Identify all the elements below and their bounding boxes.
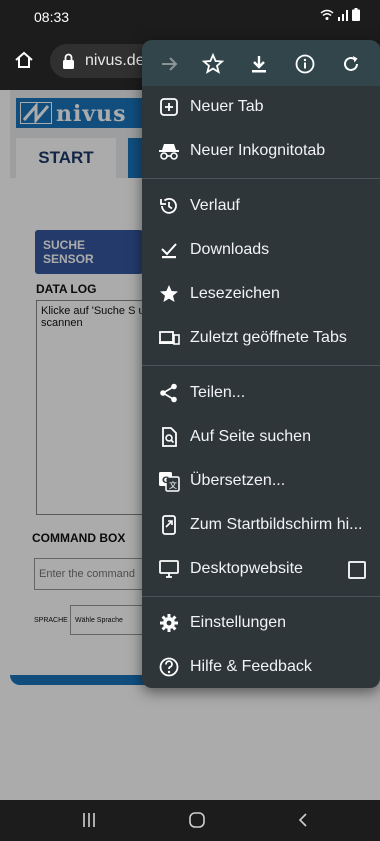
overflow-menu: Neuer Tab Neuer Inkognitotab Verlauf Dow…: [142, 40, 380, 688]
home-icon[interactable]: [14, 50, 34, 70]
menu-item-recent-tabs[interactable]: Zuletzt geöffnete Tabs: [142, 317, 380, 361]
download-icon[interactable]: [248, 53, 270, 75]
star-icon[interactable]: [202, 53, 224, 75]
menu-item-label: Zum Startbildschirm hi...: [190, 516, 363, 533]
menu-item-share[interactable]: Teilen...: [142, 372, 380, 416]
desktop-site-checkbox[interactable]: [348, 561, 366, 579]
menu-item-label: Teilen...: [190, 384, 246, 401]
menu-item-new-tab[interactable]: Neuer Tab: [142, 86, 380, 130]
history-icon: [160, 197, 177, 214]
share-icon: [160, 383, 177, 403]
add-to-home-icon: [162, 515, 176, 535]
find-in-page-icon: [162, 427, 177, 447]
wifi-icon: [320, 9, 334, 20]
menu-item-translate[interactable]: G文 Übersetzen...: [142, 460, 380, 504]
menu-item-history[interactable]: Verlauf: [142, 185, 380, 229]
refresh-icon[interactable]: [340, 53, 362, 75]
menu-item-downloads[interactable]: Downloads: [142, 229, 380, 273]
settings-icon: [160, 614, 178, 632]
menu-item-bookmarks[interactable]: Lesezeichen: [142, 273, 380, 317]
status-bar: 08:33: [0, 0, 380, 32]
incognito-icon: [159, 144, 179, 160]
forward-icon[interactable]: [158, 53, 180, 75]
desktop-icon: [159, 560, 179, 578]
menu-divider: [142, 365, 380, 366]
recent-apps-icon[interactable]: [82, 810, 96, 830]
menu-toolbar: [142, 40, 380, 86]
menu-item-label: Verlauf: [190, 197, 240, 214]
menu-divider: [142, 596, 380, 597]
menu-item-label: Auf Seite suchen: [190, 428, 311, 445]
url-text: nivus.de: [85, 52, 145, 69]
back-icon[interactable]: [296, 810, 310, 830]
menu-item-label: Desktopwebsite: [190, 560, 303, 577]
menu-item-label: Neuer Tab: [190, 98, 264, 115]
menu-item-help[interactable]: Hilfe & Feedback: [142, 646, 380, 690]
bookmarks-icon: [160, 285, 178, 302]
menu-item-desktop-site[interactable]: Desktopwebsite: [142, 548, 380, 592]
status-time: 08:33: [34, 9, 70, 25]
svg-text:文: 文: [169, 480, 177, 490]
new-tab-icon: [160, 98, 178, 116]
help-icon: [159, 657, 179, 677]
menu-item-label: Zuletzt geöffnete Tabs: [190, 329, 347, 346]
downloads-icon: [161, 243, 177, 259]
menu-divider: [142, 178, 380, 179]
menu-item-add-to-home[interactable]: Zum Startbildschirm hi...: [142, 504, 380, 548]
signal-icon: [338, 9, 348, 21]
menu-item-find-in-page[interactable]: Auf Seite suchen: [142, 416, 380, 460]
info-icon[interactable]: [294, 53, 316, 75]
menu-item-incognito[interactable]: Neuer Inkognitotab: [142, 130, 380, 174]
menu-item-label: Einstellungen: [190, 614, 287, 631]
battery-icon: [352, 8, 360, 21]
status-icons: [320, 8, 360, 21]
menu-item-label: Hilfe & Feedback: [190, 658, 312, 675]
menu-item-label: Downloads: [190, 241, 270, 258]
lock-icon: [63, 53, 74, 69]
menu-item-label: Neuer Inkognitotab: [190, 142, 326, 159]
navigation-bar: [0, 800, 380, 841]
menu-item-settings[interactable]: Einstellungen: [142, 602, 380, 646]
menu-item-label: Übersetzen...: [190, 472, 286, 489]
translate-icon: G文: [159, 472, 180, 492]
menu-item-label: Lesezeichen: [190, 285, 280, 302]
home-button-icon[interactable]: [187, 810, 207, 830]
recent-tabs-icon: [159, 331, 180, 345]
